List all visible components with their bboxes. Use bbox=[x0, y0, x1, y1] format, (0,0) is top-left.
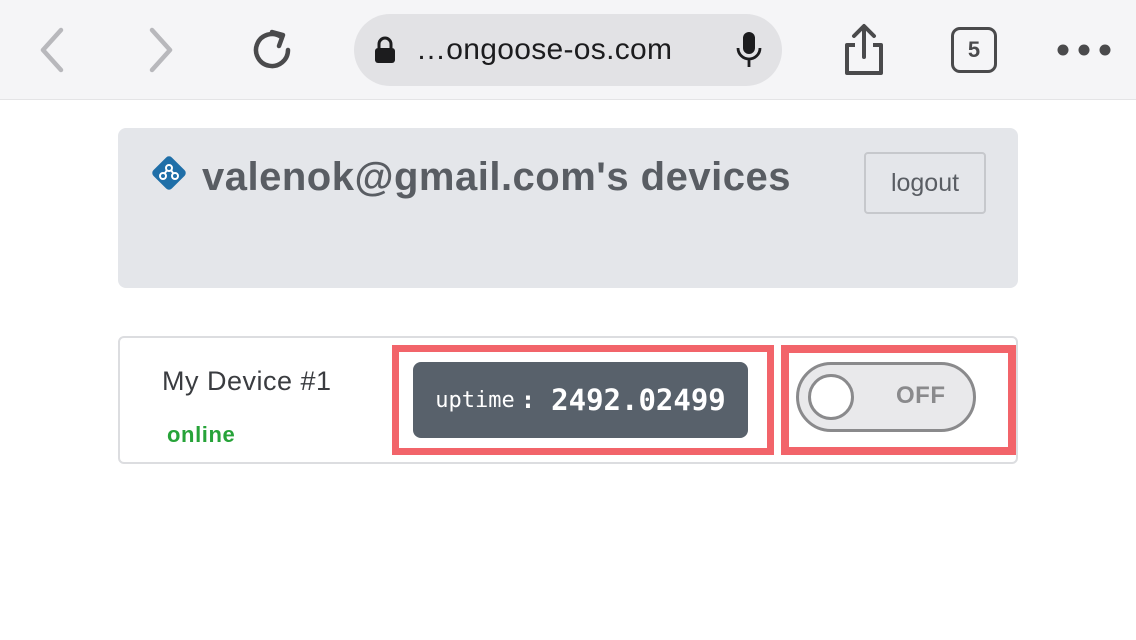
more-button[interactable] bbox=[1054, 20, 1114, 80]
address-bar[interactable]: …ongoose-os.com bbox=[354, 14, 782, 86]
uptime-separator: : bbox=[520, 386, 536, 414]
uptime-value: 2492.02499 bbox=[551, 383, 726, 417]
more-icon bbox=[1056, 43, 1112, 57]
back-button[interactable] bbox=[22, 20, 82, 80]
uptime-display: uptime:2492.02499 bbox=[413, 362, 748, 438]
mongoose-logo-icon bbox=[150, 152, 188, 190]
tab-count: 5 bbox=[967, 37, 981, 62]
share-icon bbox=[841, 23, 887, 77]
chevron-left-icon bbox=[37, 26, 67, 74]
forward-button[interactable] bbox=[131, 20, 191, 80]
share-button[interactable] bbox=[834, 20, 894, 80]
device-toggle-switch[interactable]: OFF bbox=[796, 362, 976, 432]
page-title-text: valenok@gmail.com's devices bbox=[202, 155, 791, 199]
url-text: …ongoose-os.com bbox=[416, 33, 673, 66]
toggle-knob[interactable] bbox=[808, 374, 854, 420]
tabs-icon: 5 bbox=[951, 27, 997, 73]
chevron-right-icon bbox=[146, 26, 176, 74]
header-card: valenok@gmail.com's devices logout bbox=[118, 128, 1018, 288]
device-status: online bbox=[167, 422, 236, 447]
device-name: My Device #1 bbox=[162, 366, 332, 396]
uptime-label: uptime bbox=[435, 387, 515, 413]
logout-button[interactable]: logout bbox=[864, 152, 986, 214]
reload-icon bbox=[248, 26, 296, 74]
tabs-button[interactable]: 5 bbox=[944, 20, 1004, 80]
microphone-icon[interactable] bbox=[736, 30, 762, 70]
page-title: valenok@gmail.com's devices bbox=[150, 150, 810, 205]
toggle-state-label: OFF bbox=[896, 382, 946, 409]
reload-button[interactable] bbox=[242, 20, 302, 80]
lock-icon bbox=[374, 35, 398, 65]
browser-toolbar: …ongoose-os.com 5 bbox=[0, 0, 1136, 100]
